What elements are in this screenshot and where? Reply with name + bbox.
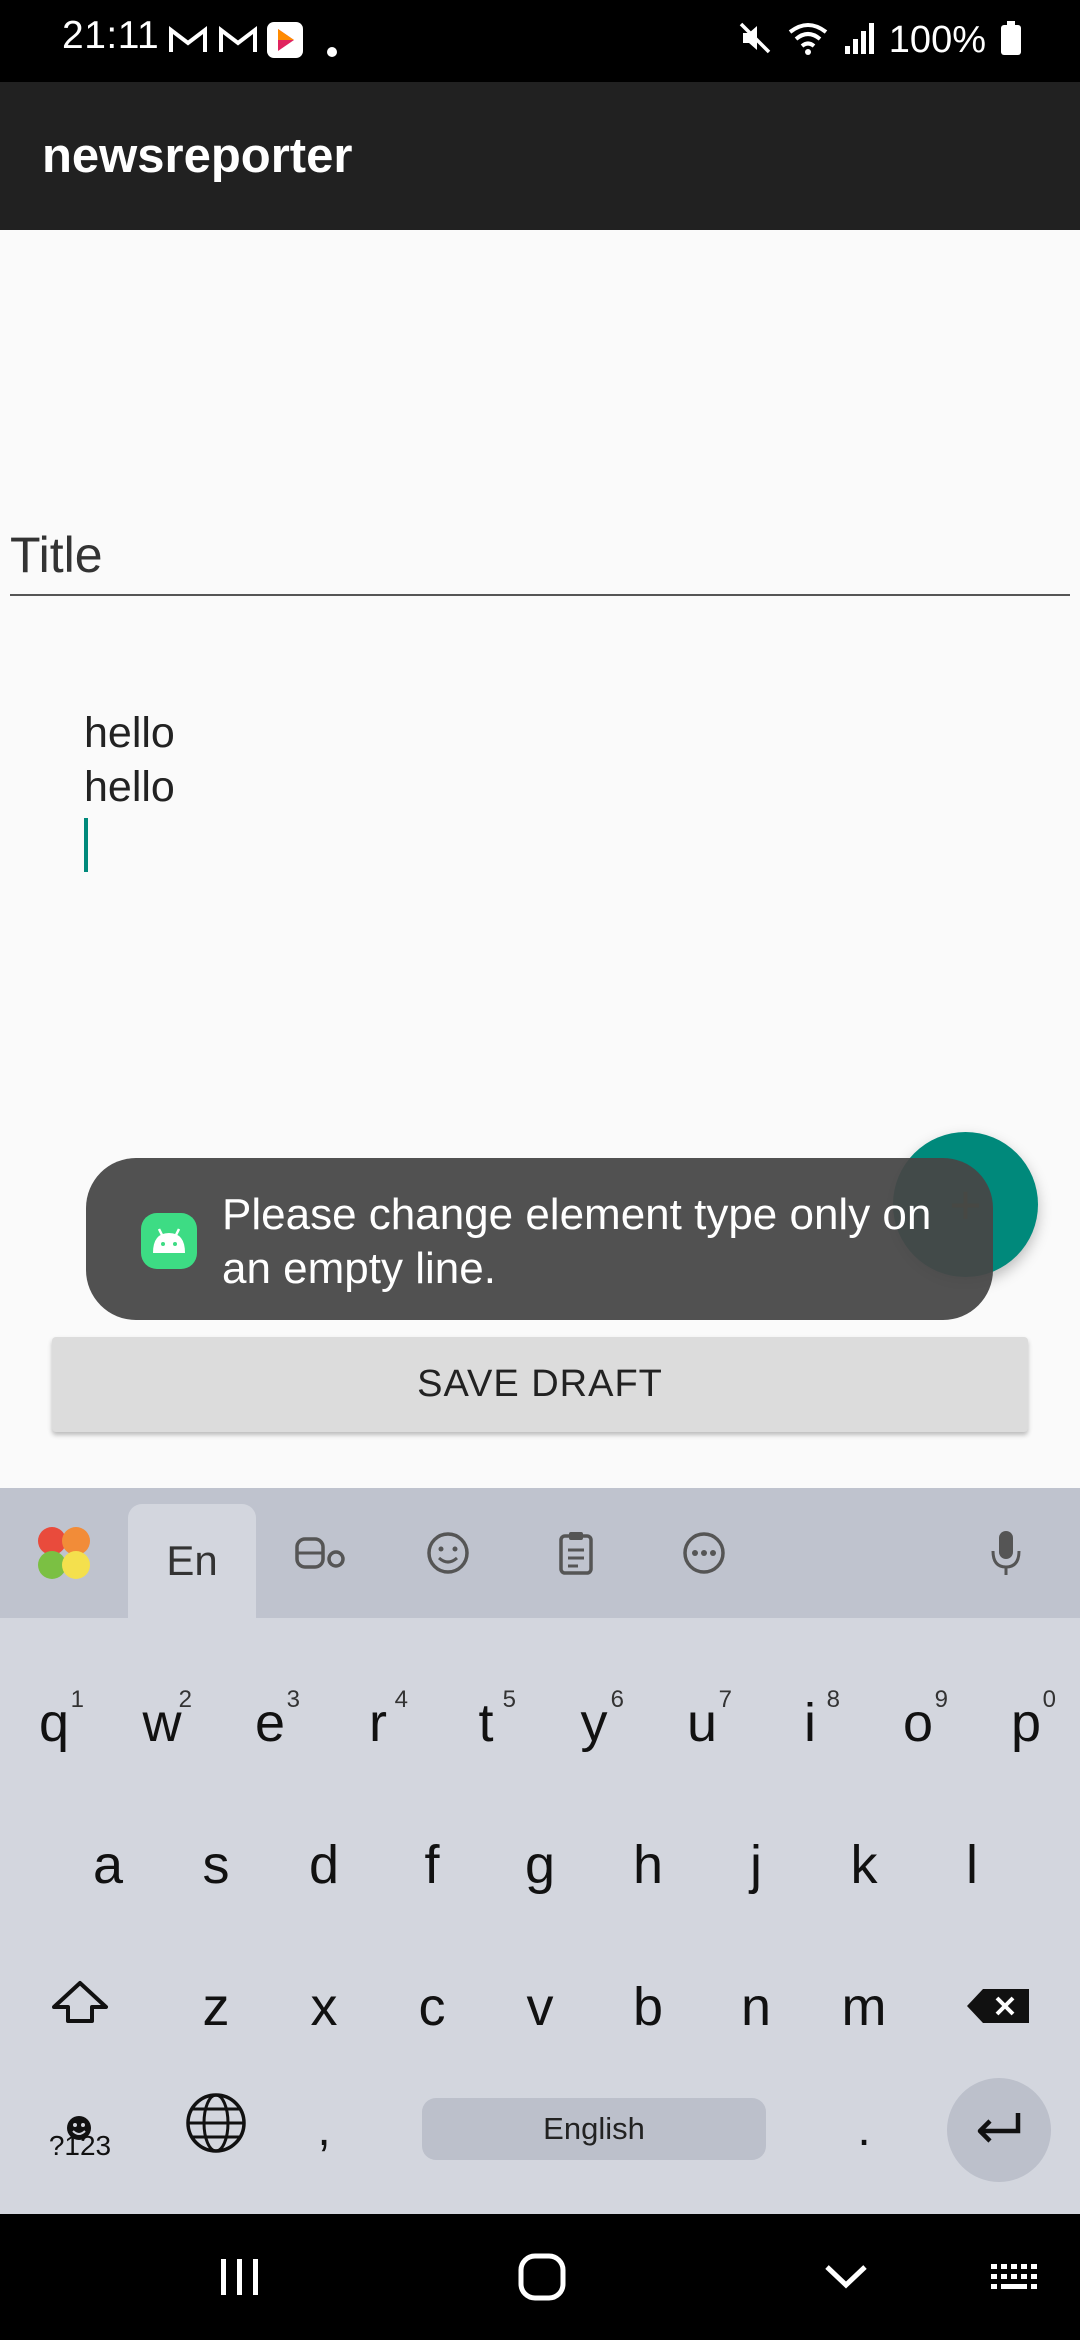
app-title: newsreporter (42, 129, 353, 183)
keyboard: 1q 2w 3e 4r 5t 6y 7u 8i 9o 0p a s d f g … (0, 1618, 1080, 2214)
keyboard-switch-icon[interactable] (976, 2214, 1056, 2340)
key-b[interactable]: b (594, 1942, 702, 2072)
language-tab-label: En (166, 1537, 218, 1584)
key-a[interactable]: a (54, 1800, 162, 1930)
symbols-label: ?123 (48, 2130, 112, 2161)
key-m[interactable]: m (810, 1942, 918, 2072)
key-p[interactable]: 0p (972, 1658, 1080, 1788)
globe-icon (185, 2092, 247, 2167)
more-icon[interactable] (640, 1488, 768, 1618)
key-c[interactable]: c (378, 1942, 486, 2072)
key-n[interactable]: n (702, 1942, 810, 2072)
key-x[interactable]: x (270, 1942, 378, 2072)
mic-icon[interactable] (942, 1488, 1070, 1618)
app-notification-icon (266, 20, 304, 60)
key-hint: 7 (718, 1686, 732, 1713)
key-w[interactable]: 2w (108, 1658, 216, 1788)
key-label: i (804, 1693, 816, 1753)
key-s[interactable]: s (162, 1800, 270, 1930)
app-bar: newsreporter (0, 82, 1080, 230)
globe-key[interactable] (162, 2064, 270, 2194)
comma-key[interactable]: , (270, 2064, 378, 2194)
key-i[interactable]: 8i (756, 1658, 864, 1788)
key-hint: 1 (70, 1686, 84, 1713)
key-g[interactable]: g (486, 1800, 594, 1930)
toast-message: Please change element type only on an em… (86, 1158, 993, 1320)
key-label: u (686, 1693, 718, 1753)
key-u[interactable]: 7u (648, 1658, 756, 1788)
key-y[interactable]: 6y (540, 1658, 648, 1788)
period-key[interactable]: . (810, 2064, 918, 2194)
clipboard-icon[interactable] (512, 1488, 640, 1618)
home-icon[interactable] (502, 2214, 582, 2340)
save-draft-button[interactable]: SAVE DRAFT (52, 1337, 1028, 1432)
key-h[interactable]: h (594, 1800, 702, 1930)
body-editor[interactable]: hello hello (84, 706, 984, 906)
key-hint: 4 (394, 1686, 408, 1713)
mute-icon (737, 20, 773, 61)
signal-icon (843, 20, 875, 61)
key-l[interactable]: l (918, 1800, 1026, 1930)
key-hint: 0 (1042, 1686, 1056, 1713)
status-bar: 21:11 100% (0, 0, 1080, 82)
key-k[interactable]: k (810, 1800, 918, 1930)
key-label: q (38, 1693, 70, 1753)
battery-percent: 100% (888, 18, 986, 61)
editor-line: hello (84, 709, 175, 757)
gmail-icon (168, 20, 208, 60)
key-r[interactable]: 4r (324, 1658, 432, 1788)
sticker-icon[interactable] (256, 1488, 384, 1618)
enter-key[interactable] (947, 2078, 1051, 2182)
key-label: p (1010, 1693, 1042, 1753)
key-label: o (902, 1693, 934, 1753)
key-label: y (580, 1693, 608, 1753)
title-field[interactable]: Title (10, 510, 1070, 596)
key-label: w (142, 1693, 182, 1753)
key-e[interactable]: 3e (216, 1658, 324, 1788)
toast-text: Please change element type only on an em… (222, 1190, 932, 1293)
title-placeholder: Title (10, 527, 103, 583)
symbols-key[interactable]: ?123 (26, 2064, 134, 2194)
palette-icon[interactable] (0, 1488, 128, 1618)
hide-keyboard-icon[interactable] (806, 2214, 886, 2340)
key-label: r (369, 1693, 387, 1753)
key-hint: 6 (610, 1686, 624, 1713)
navigation-bar (0, 2214, 1080, 2340)
language-tab[interactable]: En (128, 1504, 256, 1618)
editor-line: hello (84, 763, 175, 811)
key-label: e (254, 1693, 286, 1753)
key-hint: 9 (934, 1686, 948, 1713)
status-time: 21:11 (62, 14, 160, 57)
key-hint: 2 (178, 1686, 192, 1713)
key-label: t (478, 1693, 494, 1753)
recent-apps-icon[interactable] (200, 2214, 280, 2340)
key-z[interactable]: z (162, 1942, 270, 2072)
key-q[interactable]: 1q (0, 1658, 108, 1788)
key-f[interactable]: f (378, 1800, 486, 1930)
keyboard-toolbar: En (0, 1488, 1080, 1618)
android-icon (141, 1213, 197, 1269)
key-hint: 8 (826, 1686, 840, 1713)
text-cursor (84, 818, 88, 872)
backspace-key[interactable] (944, 1942, 1052, 2072)
key-t[interactable]: 5t (432, 1658, 540, 1788)
shift-key[interactable] (26, 1942, 134, 2072)
key-hint: 3 (286, 1686, 300, 1713)
key-d[interactable]: d (270, 1800, 378, 1930)
gmail-icon (218, 20, 258, 60)
wifi-icon (787, 20, 829, 61)
key-j[interactable]: j (702, 1800, 810, 1930)
shift-icon (50, 1976, 110, 2038)
key-hint: 5 (502, 1686, 516, 1713)
dot-icon (326, 32, 338, 72)
space-bar[interactable]: English (422, 2098, 766, 2160)
enter-icon (974, 2111, 1024, 2150)
key-o[interactable]: 9o (864, 1658, 972, 1788)
key-v[interactable]: v (486, 1942, 594, 2072)
emoji-icon[interactable] (384, 1488, 512, 1618)
battery-icon (1000, 20, 1022, 61)
backspace-icon (965, 1976, 1031, 2038)
